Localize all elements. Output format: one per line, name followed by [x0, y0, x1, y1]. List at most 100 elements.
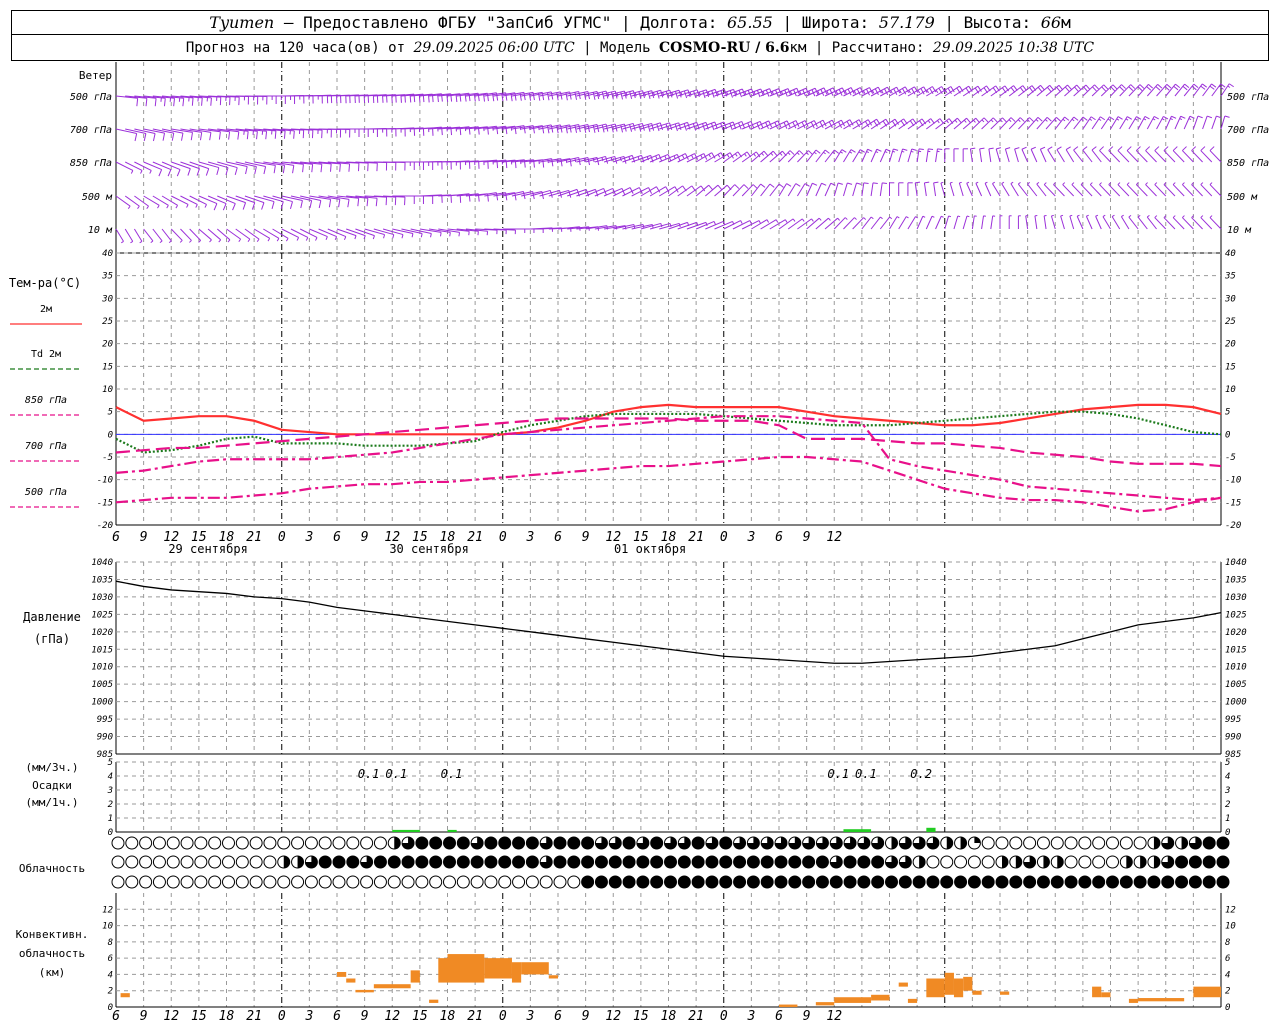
- wind-barb: [944, 148, 950, 162]
- wind-barb-feather: [1121, 214, 1124, 218]
- wind-barb-feather: [1191, 85, 1197, 91]
- wind-barb-feather: [970, 147, 976, 150]
- wind-barb: [870, 148, 882, 163]
- cloud-fill: [1203, 837, 1216, 849]
- cloud-circle: [995, 836, 1009, 850]
- wind-barb: [263, 228, 280, 242]
- cloud-cover-symbol: [1202, 855, 1216, 869]
- cloud-circle: [180, 836, 194, 850]
- wind-barb-feather: [949, 181, 953, 184]
- cloud-fill: [1015, 856, 1022, 868]
- wind-barb: [979, 147, 985, 163]
- wind-barb: [1043, 215, 1047, 230]
- wind-barb-feather: [234, 167, 238, 175]
- wind-barb-feather: [1018, 181, 1021, 185]
- wind-barb-shaft: [180, 161, 200, 170]
- wind-barb-shaft: [152, 228, 163, 242]
- wind-barb-feather: [775, 219, 779, 223]
- wind-barb-feather: [347, 199, 350, 208]
- convective-hour-label: 18: [219, 1009, 235, 1024]
- cloud-cover-symbol: [1188, 836, 1202, 850]
- wind-barb-feather: [309, 200, 313, 209]
- wind-barb: [1008, 117, 1025, 130]
- wind-barb: [741, 184, 758, 197]
- wind-barb: [962, 117, 981, 130]
- wind-barb: [984, 181, 992, 197]
- wind-barb-feather: [1021, 146, 1027, 150]
- wind-barb-shaft: [290, 228, 309, 238]
- wind-barb-feather: [282, 165, 286, 174]
- cloud-cover-symbol: [746, 836, 760, 850]
- wind-barb-feather: [983, 117, 989, 123]
- cloud-circle: [263, 855, 277, 869]
- cloud-cover-symbol: [456, 836, 470, 850]
- cloud-fill: [1140, 856, 1147, 868]
- cloud-circle: [139, 875, 153, 889]
- cloud-circle: [152, 875, 166, 889]
- wind-barb-feather: [795, 183, 801, 187]
- temperature-tick-left: 35: [101, 272, 113, 282]
- wind-barb-feather: [966, 117, 971, 124]
- convective-bar: [907, 998, 918, 1003]
- wind-barb-shaft: [649, 186, 666, 197]
- wind-barb: [1111, 214, 1121, 230]
- convective-bar: [548, 975, 558, 979]
- cloud-cover-symbol: [1064, 836, 1078, 850]
- cloud-cover-symbol: [1133, 836, 1147, 850]
- wind-barb-shaft: [962, 215, 968, 230]
- wind-barb-feather: [209, 239, 212, 243]
- wind-barb-feather: [293, 130, 295, 139]
- wind-barb-shaft: [1119, 84, 1132, 97]
- cloud-cover-symbol: [608, 875, 622, 889]
- wind-barb-shaft: [1050, 215, 1056, 230]
- wind-barb: [944, 215, 952, 230]
- cloud-cover-symbol: [180, 836, 194, 850]
- wind-barb-feather: [896, 216, 900, 219]
- wind-barb-feather: [1202, 83, 1208, 88]
- cloud-cover-symbol: [1092, 875, 1106, 889]
- cloud-circle: [208, 855, 222, 869]
- wind-barb-shaft: [170, 228, 183, 241]
- pressure-tick-left: 1020: [91, 628, 113, 638]
- convective-bar: [871, 994, 890, 1001]
- cloud-circle: [139, 855, 153, 869]
- wind-barb-feather: [167, 169, 172, 177]
- wind-barb-feather: [140, 170, 143, 174]
- wind-barb-feather: [760, 183, 766, 188]
- wind-barb-feather: [928, 148, 934, 151]
- wind-barb-shaft: [935, 216, 942, 230]
- wind-barb-feather: [824, 149, 830, 154]
- cloud-fill: [788, 856, 801, 868]
- wind-barb-feather: [195, 204, 198, 208]
- cloud-circle: [1078, 855, 1092, 869]
- cloud-fill: [415, 856, 428, 868]
- wind-barb-feather: [1173, 85, 1179, 91]
- wind-barb-shaft: [1085, 216, 1093, 230]
- day-label: 30 сентября: [389, 542, 468, 556]
- wind-barb-shaft: [925, 148, 929, 163]
- cloud-cover-symbol: [235, 875, 249, 889]
- wind-barb-shaft: [1100, 84, 1114, 97]
- wind-barb-feather: [1182, 215, 1185, 218]
- cloud-cover-symbol: [332, 875, 346, 889]
- cloud-circle: [456, 875, 470, 889]
- wind-barb: [161, 228, 172, 244]
- wind-barb-feather: [1073, 116, 1079, 121]
- cloud-fill: [830, 876, 843, 888]
- wind-barb-shaft: [180, 195, 198, 205]
- cloud-circle: [166, 855, 180, 869]
- wind-barb: [935, 148, 943, 163]
- wind-level-label-right: 500 гПа: [1227, 92, 1269, 103]
- wind-barb-feather: [1206, 115, 1213, 119]
- cloud-cover-symbol: [346, 855, 360, 869]
- cloud-fill: [1153, 856, 1160, 868]
- wind-barb-shaft: [1073, 149, 1084, 163]
- wind-barb-feather: [143, 133, 147, 142]
- pressure-tick-left: 1030: [91, 593, 113, 603]
- cloud-cover-symbol: [180, 875, 194, 889]
- cloud-cover-symbol: [1064, 875, 1078, 889]
- cloud-cover-symbol: [954, 836, 968, 850]
- wind-level-label-left: 500 м: [82, 192, 113, 203]
- precip-tick-left: 2: [108, 800, 113, 810]
- wind-barb-feather: [669, 90, 673, 98]
